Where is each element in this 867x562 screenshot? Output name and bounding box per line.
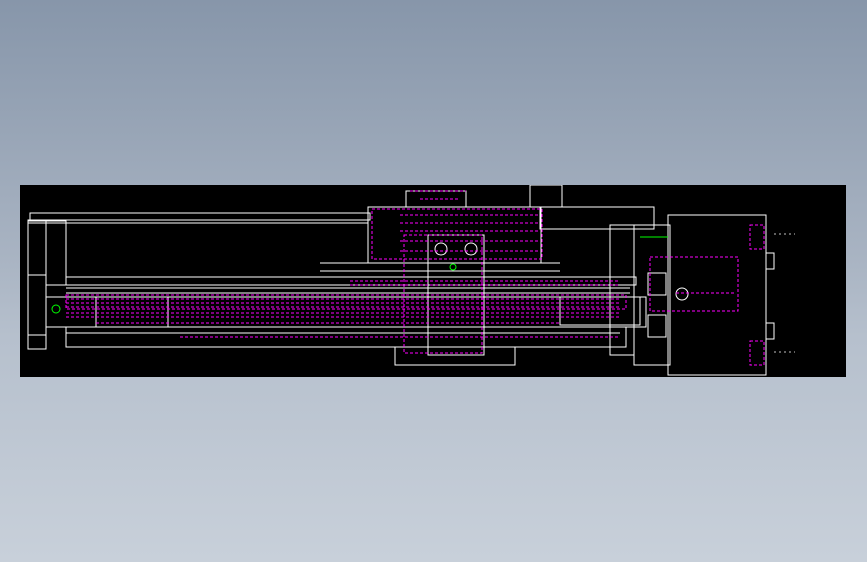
right-slider — [559, 296, 641, 326]
outline-layer — [27, 185, 775, 376]
left-end-block — [45, 220, 67, 286]
motor-tab-upper — [765, 252, 775, 270]
dimension-layer — [774, 233, 795, 353]
hidden-lines-layer — [65, 190, 765, 366]
carriage-knob — [529, 185, 563, 208]
motor-shaft — [675, 287, 689, 301]
right-top-plate — [539, 206, 655, 230]
motor-housing — [667, 214, 767, 376]
lower-connector — [647, 314, 667, 338]
linear-actuator-drawing — [27, 185, 795, 376]
upper-connector — [647, 272, 667, 296]
motor-tab-lower — [765, 322, 775, 340]
cad-viewport[interactable] — [20, 185, 846, 377]
centerline-layer — [51, 236, 668, 314]
top-rail-lower — [27, 219, 369, 224]
right-column — [609, 224, 635, 356]
left-bracket — [27, 274, 47, 336]
carriage-base — [394, 346, 516, 366]
left-end-plate — [27, 220, 47, 350]
top-rail — [29, 212, 371, 221]
